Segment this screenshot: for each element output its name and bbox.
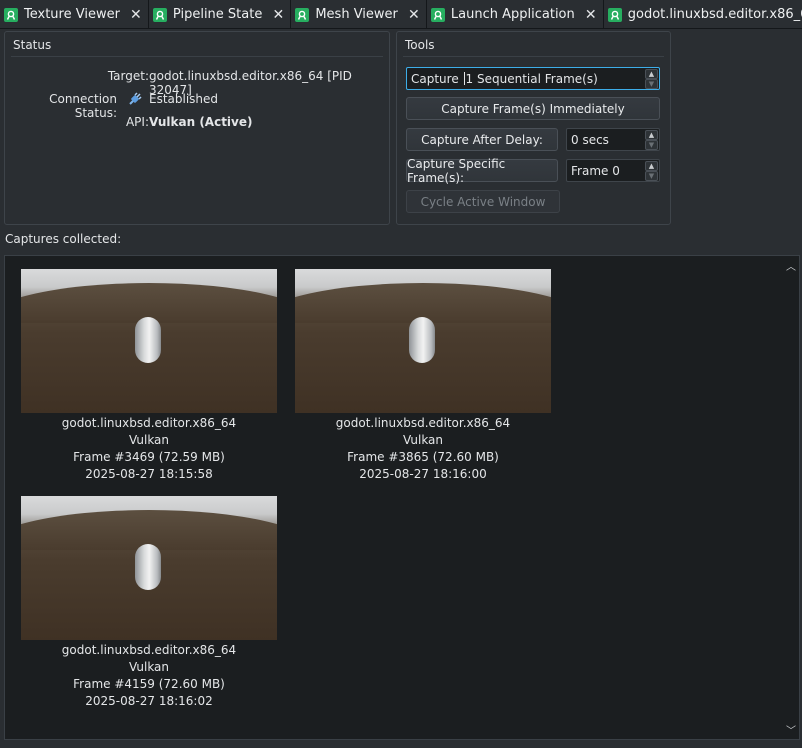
status-group: Status Target: godot.linuxbsd.editor.x86… <box>4 31 390 225</box>
capture-time: 2025-08-27 18:16:02 <box>85 694 213 708</box>
capture-item[interactable]: godot.linuxbsd.editor.x86_64 Vulkan Fram… <box>295 269 551 483</box>
delay-spinbox[interactable]: 0 secs ▲ ▼ <box>566 128 660 151</box>
capture-frame: Frame #3865 (72.60 MB) <box>347 450 499 464</box>
spin-down-icon[interactable]: ▼ <box>645 140 658 150</box>
spin-buttons: ▲ ▼ <box>645 130 658 150</box>
tab-bar: Texture Viewer ✕ Pipeline State ✕ Mesh V… <box>0 0 802 29</box>
tab-label: Mesh Viewer <box>315 7 398 22</box>
delay-value: 0 secs <box>571 132 609 147</box>
spin-buttons: ▲ ▼ <box>645 161 658 181</box>
capture-suffix: Sequential Frame(s) <box>477 71 598 86</box>
capture-name: godot.linuxbsd.editor.x86_64 <box>61 416 237 430</box>
captures-collected-label: Captures collected: <box>5 232 122 246</box>
connection-status-value: Established <box>149 92 219 106</box>
capture-info: godot.linuxbsd.editor.x86_64 Vulkan Fram… <box>295 415 551 483</box>
tab-texture-viewer[interactable]: Texture Viewer ✕ <box>0 0 149 28</box>
spin-up-icon[interactable]: ▲ <box>645 161 658 171</box>
capture-time: 2025-08-27 18:15:58 <box>85 467 213 481</box>
scroll-down-icon[interactable]: ﹀ <box>783 722 799 737</box>
renderdoc-icon <box>4 7 18 22</box>
close-icon[interactable]: ✕ <box>130 7 142 23</box>
capture-prefix: Capture <box>411 71 459 86</box>
api-label: API: <box>125 115 149 129</box>
renderdoc-icon <box>295 7 310 22</box>
capture-info: godot.linuxbsd.editor.x86_64 Vulkan Fram… <box>21 642 277 710</box>
sequential-frames-spinbox[interactable]: Capture 1 Sequential Frame(s) ▲ ▼ <box>406 67 660 90</box>
spin-up-icon[interactable]: ▲ <box>645 69 658 79</box>
renderdoc-icon <box>152 7 167 22</box>
captures-list[interactable]: godot.linuxbsd.editor.x86_64 Vulkan Fram… <box>4 255 800 740</box>
close-icon[interactable]: ✕ <box>408 7 420 23</box>
capture-thumbnail <box>21 269 277 413</box>
capture-immediately-button[interactable]: Capture Frame(s) Immediately <box>406 97 660 120</box>
capture-specific-frames-button[interactable]: Capture Specific Frame(s): <box>406 157 558 185</box>
renderdoc-icon <box>607 7 622 22</box>
spin-buttons: ▲ ▼ <box>645 69 658 89</box>
divider <box>403 56 664 57</box>
capture-thumbnail <box>295 269 551 413</box>
renderdoc-icon <box>430 7 445 22</box>
tab-label: Texture Viewer <box>24 7 120 22</box>
plug-icon <box>127 91 143 110</box>
target-label: Target: <box>107 69 149 83</box>
frame-value: Frame 0 <box>571 163 620 178</box>
capture-item[interactable]: godot.linuxbsd.editor.x86_64 Vulkan Fram… <box>21 269 277 483</box>
spin-down-icon[interactable]: ▼ <box>645 79 658 89</box>
tab-launch-application[interactable]: Launch Application ✕ <box>426 0 604 28</box>
capture-name: godot.linuxbsd.editor.x86_64 <box>335 416 511 430</box>
divider <box>11 56 383 57</box>
capture-api: Vulkan <box>128 433 170 447</box>
capture-api: Vulkan <box>402 433 444 447</box>
capture-api: Vulkan <box>128 660 170 674</box>
spin-up-icon[interactable]: ▲ <box>645 130 658 140</box>
tab-live-capture[interactable]: godot.linuxbsd.editor.x86_64 [PID 3... <box>603 0 802 28</box>
scroll-up-icon[interactable]: ︿ <box>783 258 799 273</box>
capture-frame: Frame #4159 (72.60 MB) <box>73 677 225 691</box>
tab-label: Launch Application <box>450 7 575 22</box>
tab-label: godot.linuxbsd.editor.x86_64 [PID 3... <box>627 7 802 22</box>
text-caret <box>463 72 465 85</box>
api-value: Vulkan (Active) <box>149 115 253 129</box>
capture-name: godot.linuxbsd.editor.x86_64 <box>61 643 237 657</box>
capture-frame: Frame #3469 (72.59 MB) <box>73 450 225 464</box>
tab-mesh-viewer[interactable]: Mesh Viewer ✕ <box>291 0 427 28</box>
capture-thumbnail <box>21 496 277 640</box>
vertical-scrollbar[interactable]: ︿ ﹀ <box>783 256 799 739</box>
tools-group: Tools Capture 1 Sequential Frame(s) ▲ ▼ … <box>396 31 671 225</box>
capture-count: 1 <box>465 71 474 86</box>
group-title: Status <box>13 38 52 52</box>
tab-label: Pipeline State <box>172 7 263 22</box>
spin-down-icon[interactable]: ▼ <box>645 171 658 181</box>
tab-pipeline-state[interactable]: Pipeline State ✕ <box>148 0 292 28</box>
group-title: Tools <box>405 38 435 52</box>
capture-info: godot.linuxbsd.editor.x86_64 Vulkan Fram… <box>21 415 277 483</box>
frame-spinbox[interactable]: Frame 0 ▲ ▼ <box>566 159 660 182</box>
capture-after-delay-button[interactable]: Capture After Delay: <box>406 128 558 151</box>
close-icon[interactable]: ✕ <box>272 7 284 23</box>
capture-time: 2025-08-27 18:16:00 <box>359 467 487 481</box>
close-icon[interactable]: ✕ <box>585 7 597 23</box>
cycle-active-window-button[interactable]: Cycle Active Window <box>406 190 560 213</box>
capture-item[interactable]: godot.linuxbsd.editor.x86_64 Vulkan Fram… <box>21 496 277 710</box>
